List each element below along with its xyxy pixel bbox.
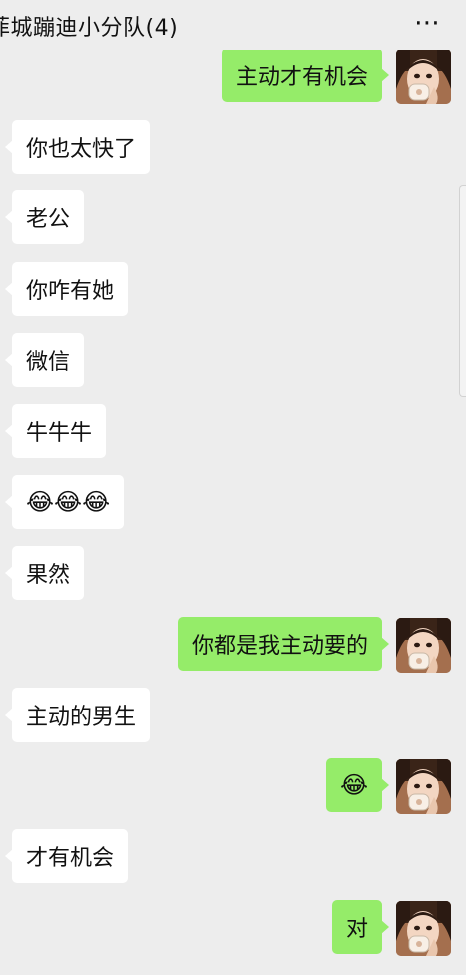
message-row: 😂😂😂: [0, 475, 466, 531]
message-row: 你咋有她: [0, 262, 466, 318]
message-row: 😂: [0, 758, 466, 814]
chat-header: 菲城蹦迪小分队(4) ⋯: [0, 0, 466, 50]
received-message-bubble[interactable]: 😂😂😂: [4, 475, 125, 529]
sent-message-bubble[interactable]: 😂: [325, 758, 390, 812]
message-row: 主动的男生: [0, 688, 466, 744]
received-message-bubble[interactable]: 你也太快了: [4, 120, 151, 174]
received-message-bubble[interactable]: 牛牛牛: [4, 404, 107, 458]
sent-message-bubble[interactable]: 主动才有机会: [221, 48, 390, 102]
message-row: 你也太快了: [0, 120, 466, 176]
message-row: 主动才有机会: [0, 48, 466, 104]
received-message-bubble[interactable]: 你咋有她: [4, 262, 129, 316]
received-message-bubble[interactable]: 果然: [4, 546, 85, 600]
received-message-bubble[interactable]: 微信: [4, 333, 85, 387]
more-options-icon[interactable]: ⋯: [414, 8, 442, 38]
message-row: 老公: [0, 190, 466, 246]
user-avatar[interactable]: [396, 759, 451, 814]
user-avatar[interactable]: [396, 901, 451, 956]
message-row: 你都是我主动要的: [0, 617, 466, 673]
sent-message-bubble[interactable]: 对: [331, 900, 390, 954]
message-row: 果然: [0, 546, 466, 602]
message-row: 才有机会: [0, 829, 466, 885]
user-avatar[interactable]: [396, 49, 451, 104]
message-row: 对: [0, 900, 466, 956]
received-message-bubble[interactable]: 主动的男生: [4, 688, 151, 742]
message-row: 牛牛牛: [0, 404, 466, 460]
message-row: 微信: [0, 333, 466, 389]
received-message-bubble[interactable]: 老公: [4, 190, 85, 244]
received-message-bubble[interactable]: 才有机会: [4, 829, 129, 883]
user-avatar[interactable]: [396, 618, 451, 673]
chat-title: 菲城蹦迪小分队(4): [0, 16, 179, 41]
sent-message-bubble[interactable]: 你都是我主动要的: [177, 617, 390, 671]
